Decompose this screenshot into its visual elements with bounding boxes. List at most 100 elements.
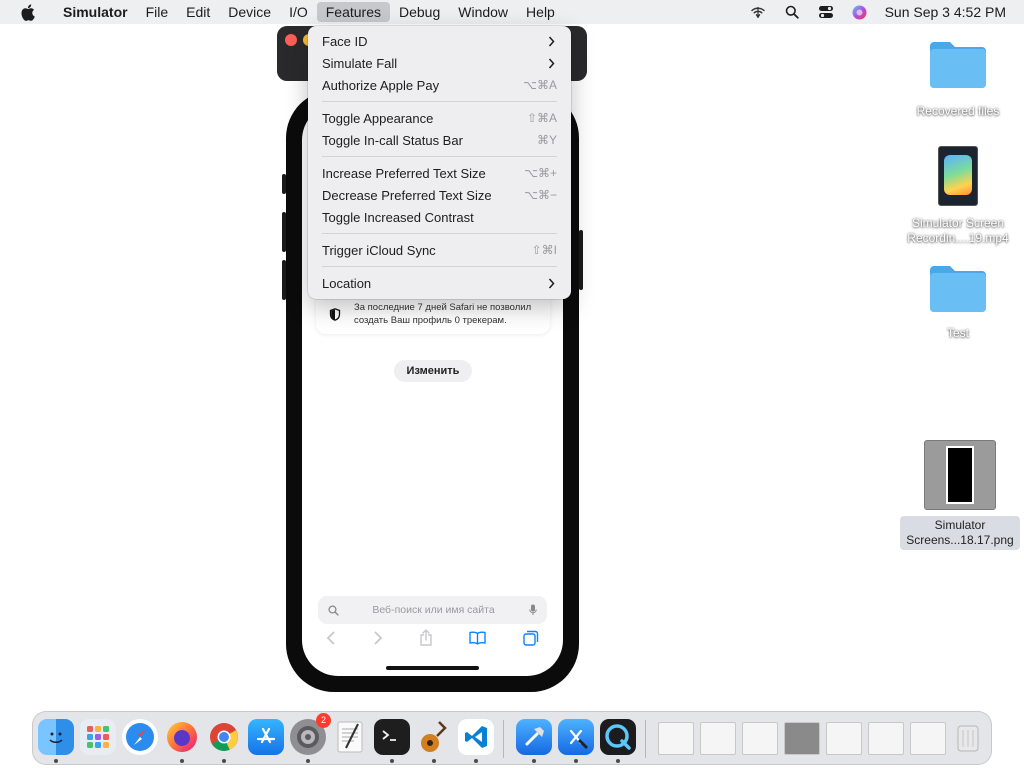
running-indicator: [474, 759, 478, 763]
share-icon[interactable]: [419, 629, 433, 651]
recent-document-thumbnail[interactable]: [742, 722, 778, 755]
running-indicator: [54, 759, 58, 763]
running-indicator: [432, 759, 436, 763]
desktop-item-label: Simulator Screens...18.17.png: [900, 516, 1020, 550]
back-icon[interactable]: [326, 631, 336, 650]
running-indicator: [574, 759, 578, 763]
volume-up-button: [282, 212, 286, 252]
bookmarks-icon[interactable]: [469, 631, 487, 650]
forward-icon[interactable]: [373, 631, 383, 650]
menu-device[interactable]: Device: [219, 0, 280, 24]
desktop-item-label: Test: [946, 326, 969, 340]
image-file-icon: [924, 440, 996, 510]
menu-edit[interactable]: Edit: [177, 0, 219, 24]
menu-item-label: Toggle Appearance: [322, 110, 434, 126]
menu-item-shortcut: ⌥⌘+: [524, 166, 557, 180]
menu-item-toggle-increased-contrast[interactable]: Toggle Increased Contrast: [314, 206, 565, 228]
menu-item-increase-text-size[interactable]: Increase Preferred Text Size ⌥⌘+: [314, 162, 565, 184]
launchpad-icon[interactable]: [80, 719, 116, 755]
wifi-off-icon[interactable]: [741, 5, 775, 19]
menu-item-trigger-icloud-sync[interactable]: Trigger iCloud Sync ⇧⌘I: [314, 239, 565, 261]
hammer-icon[interactable]: [516, 719, 552, 755]
finder-icon[interactable]: [38, 719, 74, 755]
guitar-icon[interactable]: [416, 719, 452, 755]
desktop-item-recovered-files[interactable]: Recovered files: [896, 38, 1020, 119]
terminal-icon[interactable]: [374, 719, 410, 755]
shield-icon: [316, 307, 354, 321]
menu-bar: Simulator File Edit Device I/O Features …: [0, 0, 1024, 24]
privacy-report-card[interactable]: За последние 7 дней Safari не позволил с…: [316, 294, 550, 334]
menu-item-decrease-text-size[interactable]: Decrease Preferred Text Size ⌥⌘−: [314, 184, 565, 206]
chevron-right-icon: [545, 36, 557, 47]
firefox-icon[interactable]: [164, 719, 200, 755]
microphone-icon[interactable]: [519, 604, 547, 616]
running-indicator: [616, 759, 620, 763]
menu-separator: [322, 266, 557, 267]
menu-item-face-id[interactable]: Face ID: [314, 30, 565, 52]
safari-toolbar: [302, 628, 563, 652]
menu-app-name[interactable]: Simulator: [54, 0, 137, 24]
menu-item-toggle-appearance[interactable]: Toggle Appearance ⇧⌘A: [314, 107, 565, 129]
folder-icon: [928, 262, 988, 312]
menu-item-label: Toggle In-call Status Bar: [322, 132, 463, 148]
notification-badge: 2: [316, 713, 331, 728]
menu-window[interactable]: Window: [449, 0, 517, 24]
menu-item-label: Simulate Fall: [322, 55, 398, 71]
app-store-icon[interactable]: [248, 719, 284, 755]
running-indicator: [306, 759, 310, 763]
dock-separator: [645, 720, 646, 758]
textedit-icon[interactable]: [332, 719, 368, 755]
menu-item-label: Authorize Apple Pay: [322, 77, 440, 93]
privacy-report-text: За последние 7 дней Safari не позволил с…: [354, 302, 532, 326]
safari-address-bar[interactable]: Веб-поиск или имя сайта: [318, 596, 547, 624]
control-center-icon[interactable]: [809, 5, 843, 19]
menu-item-location[interactable]: Location: [314, 272, 565, 294]
running-indicator: [180, 759, 184, 763]
chrome-icon[interactable]: [206, 719, 242, 755]
address-bar-placeholder: Веб-поиск или имя сайта: [372, 604, 495, 616]
apple-menu-icon[interactable]: [0, 3, 54, 21]
menu-item-label: Trigger iCloud Sync: [322, 242, 436, 258]
recent-document-thumbnail[interactable]: [826, 722, 862, 755]
xcode-icon[interactable]: [558, 719, 594, 755]
menu-file[interactable]: File: [137, 0, 178, 24]
running-indicator: [222, 759, 226, 763]
search-icon[interactable]: [775, 5, 809, 19]
tabs-icon[interactable]: [523, 630, 539, 651]
recent-document-thumbnail[interactable]: [658, 722, 694, 755]
desktop-item-screen-recording[interactable]: Simulator Screen Recordin....19.mp4: [896, 146, 1020, 246]
edit-button[interactable]: Изменить: [394, 360, 472, 382]
menu-help[interactable]: Help: [517, 0, 564, 24]
running-indicator: [390, 759, 394, 763]
desktop-item-test[interactable]: Test: [896, 262, 1020, 341]
menu-clock[interactable]: Sun Sep 3 4:52 PM: [877, 4, 1024, 20]
menu-debug[interactable]: Debug: [390, 0, 449, 24]
settings-icon[interactable]: 2: [290, 713, 331, 755]
recent-document-thumbnail[interactable]: [868, 722, 904, 755]
menu-features[interactable]: Features: [316, 2, 390, 22]
quicktime-icon[interactable]: [600, 719, 636, 755]
dock: 2: [32, 711, 992, 765]
chevron-right-icon: [545, 58, 557, 69]
safari-icon[interactable]: [122, 719, 158, 755]
recent-document-thumbnail[interactable]: [784, 722, 820, 755]
menu-io[interactable]: I/O: [280, 0, 317, 24]
menu-item-shortcut: ⌘Y: [536, 133, 557, 147]
menu-item-toggle-in-call-status-bar[interactable]: Toggle In-call Status Bar ⌘Y: [314, 129, 565, 151]
close-window-button[interactable]: [285, 34, 297, 46]
desktop-item-screenshot[interactable]: Simulator Screens...18.17.png: [898, 440, 1022, 550]
home-indicator[interactable]: [386, 666, 479, 670]
trash-icon[interactable]: [950, 719, 986, 755]
vscode-icon[interactable]: [458, 719, 494, 755]
search-icon: [318, 604, 348, 616]
siri-icon[interactable]: [843, 5, 877, 20]
menu-item-authorize-apple-pay[interactable]: Authorize Apple Pay ⌥⌘A: [314, 74, 565, 96]
menu-separator: [322, 101, 557, 102]
recent-document-thumbnail[interactable]: [700, 722, 736, 755]
menu-item-simulate-fall[interactable]: Simulate Fall: [314, 52, 565, 74]
folder-icon: [928, 38, 988, 88]
recent-document-thumbnail[interactable]: [910, 722, 946, 755]
menu-item-label: Decrease Preferred Text Size: [322, 187, 492, 203]
menu-item-shortcut: ⌥⌘−: [524, 188, 557, 202]
desktop-item-label: Recovered files: [916, 104, 1000, 118]
